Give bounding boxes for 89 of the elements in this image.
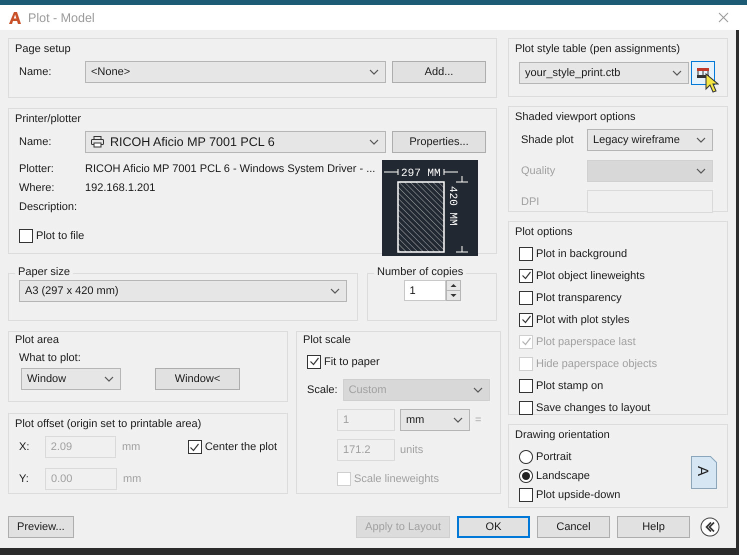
copies-field[interactable]: 1	[404, 280, 446, 301]
where-value: 192.168.1.201	[85, 182, 156, 194]
dialog-button[interactable]: Cancel	[537, 516, 610, 538]
collapse-icon[interactable]	[700, 517, 720, 537]
radio-label: Landscape	[536, 470, 590, 482]
field-label: X:	[19, 441, 30, 453]
chevron-icon	[330, 288, 340, 294]
printer-dropdown[interactable]: RICOH Aficio MP 7001 PCL 6	[85, 131, 386, 153]
checkbox-label: Fit to paper	[324, 356, 380, 368]
checkbox-label: Plot stamp on	[536, 380, 604, 392]
chevron-icon	[369, 139, 379, 145]
unit-label: units	[400, 444, 424, 456]
checkbox-label: Center the plot	[204, 441, 278, 453]
field-label: Quality	[521, 165, 556, 177]
checkbox[interactable]	[519, 268, 533, 282]
group-title: Paper size	[15, 266, 73, 278]
field-label: Where:	[19, 182, 56, 194]
plotter-value: RICOH Aficio MP 7001 PCL 6 - Windows System Driver - ...	[85, 163, 376, 175]
checkbox[interactable]	[519, 246, 533, 260]
chevron-icon	[696, 137, 706, 143]
checkbox-label: Hide paperspace objects	[536, 358, 658, 370]
checkbox-label: Plot with plot styles	[536, 314, 630, 326]
mouse-cursor-icon	[705, 73, 719, 93]
paper-width-label: 297 MM	[401, 168, 441, 180]
window-button[interactable]: Window<	[155, 368, 240, 390]
checkbox-label: Plot upside-down	[536, 488, 620, 500]
what-to-plot-dropdown[interactable]: Window	[21, 368, 121, 390]
checkbox[interactable]	[19, 228, 33, 242]
checkbox-label: Plot transparency	[536, 292, 622, 304]
paper-size-dropdown[interactable]: A3 (297 x 420 mm)	[19, 280, 347, 302]
chevron-icon	[104, 376, 114, 382]
group-title: Drawing orientation	[515, 429, 610, 441]
radio-label: Portrait	[536, 450, 572, 462]
group-title: Plot area	[15, 334, 60, 346]
properties-button[interactable]: Properties...	[392, 131, 486, 153]
checkbox-label: Plot paperspace last	[536, 336, 636, 348]
checkbox-label: Scale lineweights	[354, 472, 439, 484]
chevron-icon	[696, 168, 706, 174]
field-label: Shade plot	[521, 134, 575, 146]
checkbox-label: Plot in background	[536, 248, 628, 260]
field-label: Description:	[19, 201, 78, 213]
chevron-icon	[369, 69, 379, 75]
field-label: Scale:	[307, 384, 338, 396]
field-label: What to plot:	[19, 352, 81, 364]
chevron-icon	[453, 417, 463, 423]
checkbox-label: Save changes to layout	[536, 402, 650, 414]
add-button[interactable]: Add...	[392, 61, 486, 83]
checkbox[interactable]	[519, 378, 533, 392]
dialog-button[interactable]: OK	[457, 516, 530, 538]
unit-dropdown[interactable]: mm	[400, 409, 470, 431]
group-title: Plot options	[515, 226, 572, 238]
window-title: Plot - Model	[28, 10, 95, 24]
field-label: Name:	[19, 66, 52, 78]
field-label: DPI	[521, 196, 540, 208]
close-icon[interactable]	[718, 12, 729, 23]
field-label: Plotter:	[19, 163, 55, 175]
checkbox-label: Plot to file	[36, 230, 84, 242]
equals-sign: =	[475, 414, 482, 426]
chevron-icon	[472, 387, 483, 393]
checkbox[interactable]	[188, 440, 202, 454]
app-logo-icon	[8, 10, 22, 24]
dialog-button[interactable]: Help	[617, 516, 690, 538]
checkbox[interactable]	[519, 400, 533, 414]
radio-button[interactable]	[519, 450, 533, 464]
group-title: Page setup	[15, 43, 71, 55]
group-title: Plot offset (origin set to printable area)	[15, 418, 202, 430]
checkbox[interactable]	[307, 354, 321, 368]
chevron-icon	[672, 70, 682, 76]
dialog-button[interactable]: Preview...	[8, 516, 74, 538]
orientation-letter: A	[694, 466, 711, 476]
spinner-icon[interactable]	[446, 280, 460, 301]
page-setup-dropdown[interactable]: <None>	[85, 61, 386, 83]
paper-height-label: 420 MM	[446, 186, 458, 226]
group-title: Plot style table (pen assignments)	[515, 43, 680, 55]
unit-label: mm	[123, 473, 142, 485]
group-title: Printer/plotter	[15, 113, 82, 125]
printer-icon	[91, 136, 104, 148]
group-title: Plot scale	[303, 334, 351, 346]
plot-style-dropdown[interactable]: your_style_print.ctb	[519, 62, 689, 84]
checkbox-label: Plot object lineweights	[536, 270, 645, 282]
unit-label: mm	[122, 441, 140, 453]
group-title: Number of copies	[374, 266, 466, 278]
checkbox[interactable]	[519, 312, 533, 326]
group-title: Shaded viewport options	[515, 111, 636, 123]
checkbox[interactable]	[519, 290, 533, 304]
field-label: Name:	[19, 136, 52, 148]
field-label: Y:	[19, 473, 29, 485]
checkbox[interactable]	[519, 488, 533, 502]
radio-button[interactable]	[519, 468, 533, 482]
